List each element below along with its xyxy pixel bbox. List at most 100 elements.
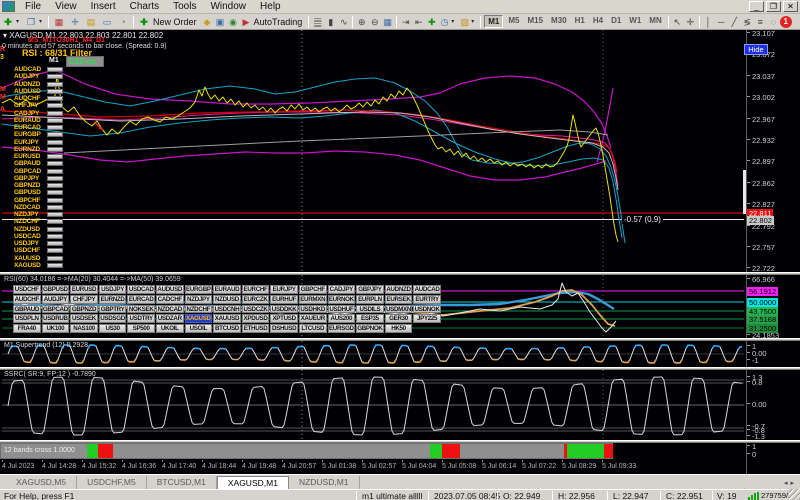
notification-badge[interactable]: 1 — [780, 16, 792, 28]
symbol-button-ukoil[interactable]: UKOIL — [156, 324, 184, 333]
timeframe-m15[interactable]: M15 — [524, 15, 546, 28]
symbol-button-audjpy[interactable]: AUDJPY — [42, 295, 70, 304]
restore-button[interactable]: ❐ — [766, 1, 781, 12]
symbol-button-eurtry[interactable]: EURTRY — [413, 295, 441, 304]
symbol-button-usdpln[interactable]: USDPLN — [13, 314, 41, 323]
symbol-button-hk50[interactable]: HK50 — [385, 324, 413, 333]
symbol-button-eurchf[interactable]: EURCHF — [242, 285, 270, 294]
symbol-button-xpdusd[interactable]: XPDUSD — [242, 314, 270, 323]
symbol-button-usdhkd[interactable]: USDHKD — [299, 305, 327, 314]
symbol-button-chfjpy[interactable]: CHFJPY — [70, 295, 98, 304]
symbol-button-usdcnh[interactable]: USDCNH — [213, 305, 241, 314]
templates-dropdown-icon[interactable]: ▾ — [471, 18, 478, 25]
symbol-button-eursek[interactable]: EURSEK — [385, 295, 413, 304]
symbol-button-eurnok[interactable]: EURNOK — [328, 295, 356, 304]
symbol-button-audchf[interactable]: AUDCHF — [13, 295, 41, 304]
symbol-button-fra40[interactable]: FRA40 — [13, 324, 41, 333]
line-chart-icon[interactable]: ∿ — [337, 15, 350, 29]
autotrading-icon[interactable]: ▶ — [240, 15, 253, 29]
symbol-button-usdnok[interactable]: USDNOK — [413, 305, 441, 314]
symbol-button-jpy225[interactable]: JPY225 — [413, 314, 441, 323]
hide-button[interactable]: Hide — [744, 44, 768, 55]
vertical-line-icon[interactable]: │ — [702, 15, 715, 29]
chart-tab-usdchf-m5[interactable]: USDCHF,M5 — [77, 476, 147, 489]
chart-tab-nzdusd-m1[interactable]: NZDUSD,M1 — [289, 476, 360, 489]
auto-scroll-icon[interactable]: ⇥ — [399, 15, 412, 29]
mql-community-icon[interactable]: ▣ — [214, 15, 227, 29]
symbol-button-usdils[interactable]: USDILS — [356, 305, 384, 314]
symbol-button-eurmxn[interactable]: EURMXN — [299, 295, 327, 304]
new-order-icon[interactable]: ✚ — [136, 15, 152, 29]
panel-splitter[interactable] — [0, 440, 800, 443]
indicators-icon[interactable]: ✚ — [425, 15, 438, 29]
chart-tab-xagusd-m5[interactable]: XAGUSD,M5 — [6, 476, 77, 489]
symbol-button-eurjpy[interactable]: EURJPY — [270, 285, 298, 294]
ssrc-panel-chart[interactable] — [0, 370, 746, 440]
symbol-button-euraud[interactable]: EURAUD — [213, 285, 241, 294]
menu-item-window[interactable]: Window — [203, 0, 253, 13]
symbol-button-audnzd[interactable]: AUDNZD — [385, 285, 413, 294]
status-profile[interactable]: m1 ultimate alllll — [362, 491, 422, 500]
symbol-button-gbpnok[interactable]: GBPNOK — [356, 324, 384, 333]
menu-item-file[interactable]: File — [18, 0, 48, 13]
symbol-button-ethusd[interactable]: ETHUSD — [242, 324, 270, 333]
metaeditor-icon[interactable]: ◆ — [201, 15, 214, 29]
zoom-out-icon[interactable]: ⊖ — [368, 15, 381, 29]
symbol-button-xauusd[interactable]: XAUUSD — [213, 314, 241, 323]
navigator-icon[interactable]: ▤ — [83, 15, 99, 29]
new-chart-dropdown-icon[interactable]: ▾ — [16, 18, 23, 25]
timeframe-mn[interactable]: MN — [646, 15, 664, 28]
terminal-icon[interactable]: ▭ — [99, 15, 115, 29]
symbol-button-btcusd[interactable]: BTCUSD — [213, 324, 241, 333]
menu-item-insert[interactable]: Insert — [84, 0, 123, 13]
symbol-button-usdczk[interactable]: USDCZK — [242, 305, 270, 314]
chart-tab-btcusd-m1[interactable]: BTCUSD,M1 — [147, 476, 217, 489]
chart-shift-icon[interactable]: ⇤ — [412, 15, 425, 29]
timeframe-m30[interactable]: M30 — [548, 15, 570, 28]
crosshair-icon[interactable]: ✛ — [684, 15, 697, 29]
symbol-button-cadjpy[interactable]: CADJPY — [328, 285, 356, 294]
panel-splitter[interactable] — [0, 367, 800, 370]
symbol-button-usdzar[interactable]: USDZAR — [156, 314, 184, 323]
symbol-button-dshusd[interactable]: DSHUSD — [270, 324, 298, 333]
timeframe-d1[interactable]: D1 — [608, 15, 624, 28]
timeframe-m1[interactable]: M1 — [484, 15, 503, 28]
symbol-button-usoil[interactable]: USOIL — [185, 324, 213, 333]
symbol-button-eurusd[interactable]: EURUSD — [70, 285, 98, 294]
symbol-button-xptusd[interactable]: XPTUSD — [270, 314, 298, 323]
oscillator-panel-chart[interactable] — [0, 341, 746, 367]
symbol-button-usdtry[interactable]: USDTRY — [127, 314, 155, 323]
symbol-button-nzdchf[interactable]: NZDCHF — [185, 305, 213, 314]
templates-icon[interactable]: ▨ — [458, 15, 471, 29]
candlestick-chart-icon[interactable]: ▮ — [324, 15, 337, 29]
autotrading-button[interactable]: AutoTrading — [253, 17, 307, 27]
panel-splitter[interactable] — [0, 272, 800, 275]
symbol-button-noksek[interactable]: NOKSEK — [127, 305, 155, 314]
symbol-button-sp500[interactable]: SP500 — [127, 324, 155, 333]
symbol-button-usddkk[interactable]: USDDKK — [270, 305, 298, 314]
panel-splitter[interactable] — [0, 338, 800, 341]
symbol-button-nzdjpy[interactable]: NZDJPY — [185, 295, 213, 304]
bar-chart-icon[interactable]: 𝄛 — [311, 15, 324, 29]
zoom-in-icon[interactable]: ⊕ — [355, 15, 368, 29]
shapes-icon[interactable]: ≡ — [754, 15, 767, 29]
symbol-button-usdsgd[interactable]: USDSGD — [99, 314, 127, 323]
periods-dropdown-icon[interactable]: ▾ — [451, 18, 458, 25]
magnifier-icon[interactable]: ◌ — [767, 15, 780, 29]
symbol-button-eurpln[interactable]: EURPLN — [356, 295, 384, 304]
symbol-button-audusd[interactable]: AUDUSD — [156, 285, 184, 294]
timeframe-h1[interactable]: H1 — [572, 15, 588, 28]
symbol-button-eurnzd[interactable]: EURNZD — [99, 295, 127, 304]
periods-icon[interactable]: ◷ — [438, 15, 451, 29]
tab-scroll-right-icon[interactable]: ▸ — [790, 480, 797, 487]
symbol-button-usdsek[interactable]: USDSEK — [70, 314, 98, 323]
timeframe-h4[interactable]: H4 — [590, 15, 606, 28]
market-watch-icon[interactable]: ▦ — [51, 15, 67, 29]
symbol-button-gbpaud[interactable]: GBPAUD — [13, 305, 41, 314]
axis-scroll-thumb[interactable] — [743, 170, 746, 214]
fibonacci-icon[interactable]: ≶ — [741, 15, 754, 29]
main-price-chart[interactable] — [0, 30, 746, 272]
symbol-button-nzdusd[interactable]: NZDUSD — [213, 295, 241, 304]
symbol-button-usdrub[interactable]: USDRUB — [42, 314, 70, 323]
close-button[interactable]: ✕ — [783, 1, 798, 12]
